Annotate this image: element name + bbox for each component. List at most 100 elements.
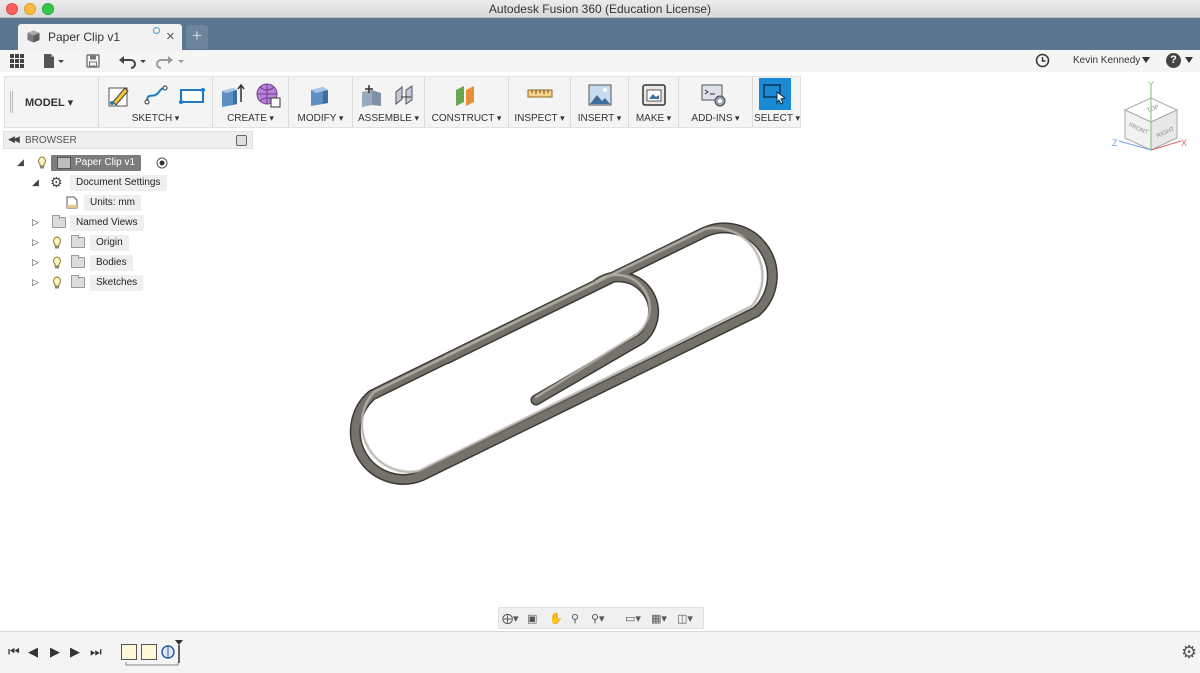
gear-icon: ⚙ (50, 174, 63, 190)
title-bar: Autodesk Fusion 360 (Education License) (0, 0, 1200, 18)
collapsed-triangle-icon[interactable]: ▷ (32, 257, 39, 268)
folder-icon (71, 275, 85, 288)
tab-close-button[interactable]: × (166, 28, 175, 45)
tree-item-units[interactable]: Units: mm (62, 194, 152, 212)
collapsed-triangle-icon[interactable]: ▷ (32, 277, 39, 288)
tree-item-bodies[interactable]: ▷ Bodies (30, 254, 140, 272)
assemble-group[interactable]: ASSEMBLE (353, 77, 425, 127)
modify-group[interactable]: MODIFY (289, 77, 353, 127)
folder-icon (52, 215, 66, 228)
pan-hand-icon[interactable]: ✋ (549, 612, 563, 625)
create-group[interactable]: CREATE (213, 77, 289, 127)
axis-y-label: Y (1148, 80, 1154, 90)
axis-z-label: Z (1112, 138, 1118, 148)
collapse-browser-icon[interactable]: ◀◀ (8, 134, 20, 145)
expanded-triangle-icon[interactable]: ◢ (32, 177, 39, 188)
help-button[interactable]: ? (1166, 53, 1181, 68)
look-at-icon[interactable]: ▣ (527, 612, 537, 625)
quick-access-bar: Kevin Kennedy ? (0, 50, 1200, 72)
document-tab[interactable]: Paper Clip v1 × (18, 24, 182, 50)
file-menu-icon[interactable] (42, 53, 66, 69)
user-account-menu[interactable]: Kevin Kennedy (1073, 55, 1140, 66)
folder-icon (71, 255, 85, 268)
orbit-icon[interactable]: ⨁▾ (502, 612, 519, 625)
grid-snaps-icon[interactable]: ▦▾ (651, 612, 667, 625)
step-back-icon[interactable]: ◀ (28, 644, 38, 660)
tree-item-sketches[interactable]: ▷ Sketches (30, 274, 150, 292)
display-settings-icon[interactable]: ▭▾ (625, 612, 641, 625)
expanded-triangle-icon[interactable]: ◢ (17, 157, 24, 168)
extrude-icon[interactable] (219, 82, 245, 108)
tree-item-origin[interactable]: ▷ Origin (30, 234, 140, 252)
modify-menu-label: MODIFY (289, 113, 352, 124)
undo-icon[interactable] (118, 53, 148, 69)
add-ins-group[interactable]: ADD-INS (679, 77, 753, 127)
offset-plane-icon[interactable] (453, 82, 479, 108)
zoom-icon[interactable]: ⚲ (571, 612, 579, 625)
3d-print-icon[interactable] (641, 82, 667, 108)
collapsed-triangle-icon[interactable]: ▷ (32, 237, 39, 248)
create-menu-label: CREATE (213, 113, 288, 124)
visibility-bulb-icon[interactable] (52, 276, 62, 289)
document-tab-bar: Paper Clip v1 × + (0, 18, 1200, 50)
timeline-settings-gear-icon[interactable]: ⚙ (1181, 642, 1197, 663)
document-icon (57, 157, 71, 169)
timeline-sketch-feature-icon[interactable] (121, 644, 137, 660)
scripts-and-add-ins-icon[interactable] (701, 82, 727, 108)
paper-clip-model[interactable] (330, 205, 810, 505)
insert-group[interactable]: INSERT (571, 77, 629, 127)
go-to-start-icon[interactable]: ⏮ (8, 644, 20, 660)
construct-group[interactable]: CONSTRUCT (425, 77, 509, 127)
zoom-window-icon[interactable]: ⚲▾ (591, 612, 605, 625)
sketch-group[interactable]: SKETCH (99, 77, 213, 127)
create-sketch-icon[interactable] (107, 82, 133, 108)
rectangle-tool-icon[interactable] (179, 82, 205, 108)
document-tab-label: Paper Clip v1 (48, 30, 121, 44)
joint-icon[interactable] (393, 82, 419, 108)
timeline-bar: ⏮ ◀ ▶ ▶ ⏭ ⚙ (0, 631, 1200, 673)
viewports-icon[interactable]: ◫▾ (677, 612, 693, 625)
data-panel-grid-icon[interactable] (10, 54, 24, 68)
tree-item-label: Named Views (70, 215, 144, 231)
browser-header: ◀◀ BROWSER (3, 131, 253, 149)
step-forward-icon[interactable]: ▶ (70, 644, 80, 660)
select-group[interactable]: SELECT (753, 77, 801, 127)
active-component-radio-icon[interactable] (156, 157, 168, 169)
inspect-group[interactable]: INSPECT (509, 77, 571, 127)
timeline-sketch-feature-icon[interactable] (141, 644, 157, 660)
collapsed-triangle-icon[interactable]: ▷ (32, 217, 39, 228)
form-sphere-icon[interactable] (255, 82, 281, 108)
new-tab-button[interactable]: + (186, 25, 208, 49)
tree-item-document-settings[interactable]: ◢ ⚙ Document Settings (30, 174, 180, 192)
sketch-menu-label: SKETCH (99, 113, 212, 124)
select-cursor-icon (763, 84, 787, 105)
browser-root-row[interactable]: ◢ Paper Clip v1 (15, 154, 185, 172)
chevron-down-icon (1142, 57, 1150, 63)
play-icon[interactable]: ▶ (50, 644, 60, 660)
browser-title: BROWSER (25, 135, 77, 146)
inspect-menu-label: INSPECT (509, 113, 570, 124)
new-component-icon[interactable] (359, 82, 385, 108)
toolbar-grip-icon (10, 91, 13, 113)
tree-item-named-views[interactable]: ▷ Named Views (30, 214, 150, 232)
save-icon[interactable] (86, 54, 100, 68)
visibility-bulb-icon[interactable] (52, 236, 62, 249)
job-status-clock-icon[interactable] (1035, 53, 1050, 68)
insert-image-icon[interactable] (587, 82, 613, 108)
measure-icon[interactable] (527, 82, 553, 108)
timeline-marker-icon[interactable] (174, 639, 184, 663)
workspace-switcher[interactable]: MODEL ▾ (5, 77, 99, 127)
press-pull-icon[interactable] (307, 82, 333, 108)
navigation-bar: ⨁▾ ▣ ✋ ⚲ ⚲▾ ▭▾ ▦▾ ◫▾ (498, 607, 704, 629)
visibility-bulb-icon[interactable] (37, 156, 47, 169)
tree-item-label: Sketches (90, 275, 144, 291)
viewcube[interactable]: TOP FRONT RIGHT Y X Z (1105, 78, 1197, 160)
browser-options-button[interactable] (236, 135, 247, 146)
go-to-end-icon[interactable]: ⏭ (90, 644, 102, 660)
make-group[interactable]: MAKE (629, 77, 679, 127)
redo-icon[interactable] (154, 53, 186, 69)
make-menu-label: MAKE (629, 113, 678, 124)
line-tool-icon[interactable] (143, 82, 169, 108)
visibility-bulb-icon[interactable] (52, 256, 62, 269)
select-tool-button[interactable] (759, 78, 791, 110)
